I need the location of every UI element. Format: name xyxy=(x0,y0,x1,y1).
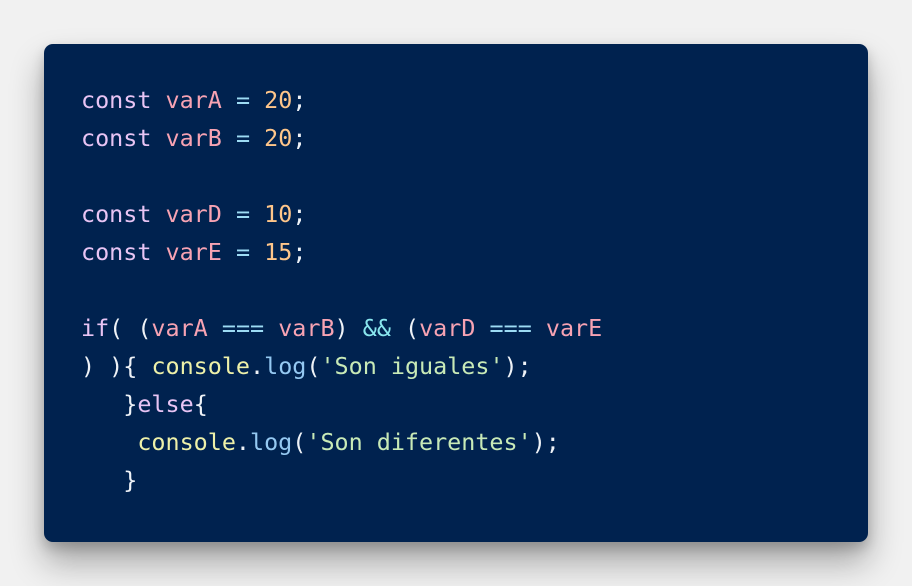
variable-name: varA xyxy=(151,314,208,342)
variable-name: varB xyxy=(165,124,222,152)
assign-operator: = xyxy=(235,124,251,152)
strict-equal-operator: === xyxy=(221,314,265,342)
open-paren: ( xyxy=(306,352,321,380)
number-literal: 10 xyxy=(264,200,293,228)
semicolon: ; xyxy=(292,238,307,266)
close-paren-semicolon: ); xyxy=(531,428,560,456)
open-paren: ( xyxy=(292,428,307,456)
open-brace: { xyxy=(193,390,208,418)
assign-operator: = xyxy=(235,86,251,114)
code-line-10: console.log('Son diferentes'); xyxy=(81,423,602,461)
open-parens: ( ( xyxy=(109,314,152,342)
dot: . xyxy=(250,352,265,380)
code-line-11: } xyxy=(81,461,602,499)
semicolon: ; xyxy=(292,86,307,114)
code-line-8: ) ){ console.log('Son iguales'); xyxy=(81,347,602,385)
code-line-5: const varE = 15; xyxy=(81,233,602,271)
assign-operator: = xyxy=(235,200,251,228)
string-literal: 'Son iguales' xyxy=(320,352,504,380)
string-literal: 'Son diferentes' xyxy=(306,428,532,456)
code-line-7: if( (varA === varB) && (varD === varE xyxy=(81,309,602,347)
strict-equal-operator: === xyxy=(489,314,532,342)
number-literal: 15 xyxy=(264,238,293,266)
console-object: console xyxy=(151,352,251,380)
log-method: log xyxy=(250,428,293,456)
code-block: const varA = 20; const varB = 20; const va… xyxy=(81,81,602,499)
variable-name: varA xyxy=(165,86,222,114)
semicolon: ; xyxy=(292,124,307,152)
keyword-const: const xyxy=(81,238,152,266)
keyword-const: const xyxy=(81,86,152,114)
variable-name: varD xyxy=(165,200,222,228)
close-paren: ) xyxy=(334,314,349,342)
code-line-6-blank xyxy=(81,271,602,309)
number-literal: 20 xyxy=(264,124,293,152)
close-parens-open-brace: ) ){ xyxy=(81,352,138,380)
open-paren: ( xyxy=(405,314,420,342)
semicolon: ; xyxy=(292,200,307,228)
variable-name: varB xyxy=(278,314,335,342)
close-paren-semicolon: ); xyxy=(503,352,532,380)
code-line-3-blank xyxy=(81,157,602,195)
close-brace: } xyxy=(123,466,138,494)
number-literal: 20 xyxy=(264,86,293,114)
close-brace: } xyxy=(123,390,138,418)
code-line-1: const varA = 20; xyxy=(81,81,602,119)
variable-name: varE xyxy=(545,314,603,342)
log-method: log xyxy=(264,352,307,380)
logical-and-operator: && xyxy=(362,314,391,342)
console-object: console xyxy=(137,428,236,456)
keyword-const: const xyxy=(81,200,152,228)
keyword-const: const xyxy=(81,124,152,152)
keyword-if: if xyxy=(81,314,110,342)
code-line-2: const varB = 20; xyxy=(81,119,602,157)
code-line-4: const varD = 10; xyxy=(81,195,602,233)
keyword-else: else xyxy=(137,390,194,418)
dot: . xyxy=(235,428,251,456)
code-line-9: }else{ xyxy=(81,385,602,423)
variable-name: varE xyxy=(165,238,222,266)
assign-operator: = xyxy=(235,238,251,266)
variable-name: varD xyxy=(419,314,476,342)
